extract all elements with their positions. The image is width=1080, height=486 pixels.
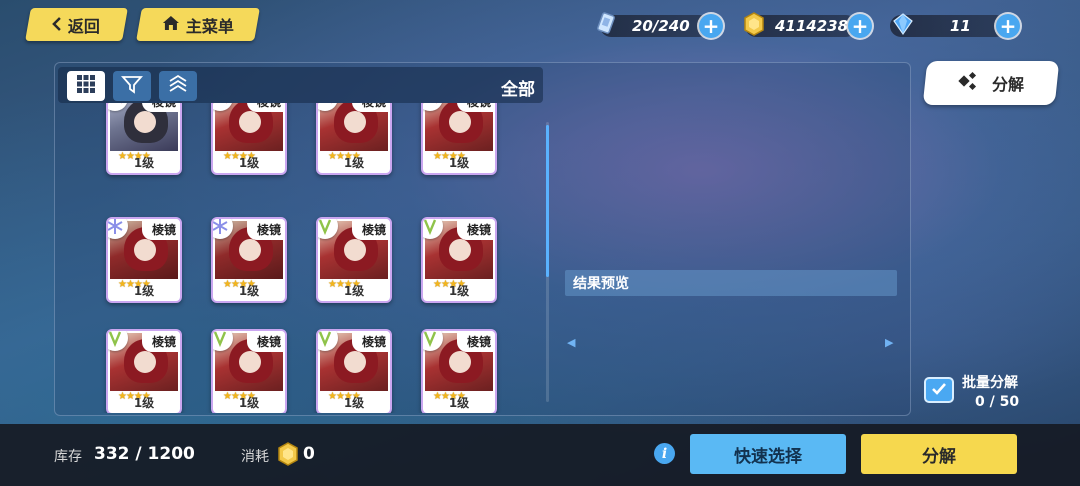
- decompose-icon: [958, 71, 980, 95]
- batch-decompose-checkbox[interactable]: [924, 377, 954, 403]
- crystals-resource: 11 +: [890, 13, 1020, 38]
- decompose-tab-label: 分解: [991, 75, 1024, 94]
- stigmata-card[interactable]: 棱镜★★★★1级: [421, 329, 497, 413]
- main-menu-button[interactable]: 主菜单: [136, 8, 260, 41]
- arrow-left-icon[interactable]: ◀: [567, 336, 575, 349]
- decompose-tab-button[interactable]: 分解: [922, 61, 1060, 105]
- stigmata-card[interactable]: 棱镜★★★★1级: [211, 103, 287, 175]
- grid-view-button[interactable]: [67, 71, 105, 101]
- card-tag: 棱镜: [456, 331, 495, 352]
- card-level: 1级: [343, 156, 365, 170]
- stigmata-card[interactable]: 棱镜★★★★1级: [316, 217, 392, 303]
- coin-icon: [277, 442, 299, 470]
- card-level: 1级: [133, 284, 155, 298]
- card-level: 1级: [343, 284, 365, 298]
- stock-value: 332 / 1200: [94, 444, 195, 464]
- add-crystals-button[interactable]: +: [996, 14, 1020, 38]
- info-button[interactable]: i: [654, 443, 675, 464]
- card-tag: 棱镜: [456, 103, 495, 112]
- plus-icon: +: [999, 14, 1017, 38]
- cost-value: 0: [303, 444, 315, 464]
- coins-resource: 41142385 +: [744, 12, 872, 38]
- result-preview-header: 结果预览: [565, 270, 897, 296]
- card-tag: 棱镜: [141, 219, 180, 240]
- card-level: 1级: [133, 156, 155, 170]
- funnel-icon: [121, 74, 143, 98]
- plus-icon: +: [702, 14, 720, 38]
- card-tag: 棱镜: [246, 331, 285, 352]
- card-tag: 棱镜: [351, 331, 390, 352]
- rarity-filter-button[interactable]: [159, 71, 197, 101]
- plus-icon: +: [851, 14, 869, 38]
- main-menu-label: 主菜单: [185, 16, 234, 36]
- stigmata-card[interactable]: 棱镜★★★★1级: [421, 103, 497, 175]
- quick-select-button[interactable]: 快速选择: [690, 434, 846, 474]
- card-level: 1级: [448, 156, 470, 170]
- scrollbar-thumb[interactable]: [546, 125, 549, 277]
- card-grid: 棱镜★★★★1级棱镜★★★★1级棱镜★★★★1级棱镜★★★★1级棱镜★★★★1级…: [58, 103, 543, 413]
- crystals-value: 11: [950, 17, 971, 35]
- batch-decompose-label: 批量分解: [962, 375, 1018, 391]
- stamina-icon: [592, 9, 622, 39]
- chevrons-icon: [167, 73, 189, 99]
- batch-decompose-count: 0 / 50: [975, 394, 1020, 410]
- card-level: 1级: [448, 284, 470, 298]
- crystal-icon: [888, 9, 918, 39]
- stigmata-card[interactable]: 棱镜★★★★1级: [211, 329, 287, 413]
- card-tag: 棱镜: [246, 219, 285, 240]
- stamina-resource: 20/240 +: [597, 12, 723, 38]
- stigmata-card[interactable]: 棱镜★★★★1级: [106, 103, 182, 175]
- card-level: 1级: [343, 396, 365, 410]
- card-tag: 棱镜: [141, 103, 180, 112]
- stock-label: 库存: [54, 449, 82, 465]
- stigmata-card[interactable]: 棱镜★★★★1级: [106, 329, 182, 413]
- back-label: 返回: [68, 16, 101, 36]
- card-tag: 棱镜: [351, 103, 390, 112]
- card-level: 1级: [238, 156, 260, 170]
- stigmata-card[interactable]: 棱镜★★★★1级: [211, 217, 287, 303]
- filter-label[interactable]: 全部: [501, 75, 535, 100]
- back-button[interactable]: 返回: [25, 8, 128, 41]
- coins-value: 41142385: [775, 17, 859, 35]
- quick-select-label: 快速选择: [734, 446, 802, 467]
- info-icon: i: [661, 445, 668, 462]
- stigmata-card[interactable]: 棱镜★★★★1级: [316, 103, 392, 175]
- home-icon: [162, 15, 180, 35]
- grid-icon: [76, 74, 96, 98]
- decompose-button[interactable]: 分解: [861, 434, 1017, 474]
- result-preview-label: 结果预览: [573, 276, 629, 292]
- card-level: 1级: [133, 396, 155, 410]
- stigmata-card[interactable]: 棱镜★★★★1级: [106, 217, 182, 303]
- card-tag: 棱镜: [141, 331, 180, 352]
- card-tag: 棱镜: [246, 103, 285, 112]
- chevron-left-icon: [52, 15, 62, 34]
- stamina-value: 20/240: [632, 17, 690, 35]
- stigmata-card[interactable]: 棱镜★★★★1级: [316, 329, 392, 413]
- card-tag: 棱镜: [351, 219, 390, 240]
- check-icon: [931, 381, 947, 400]
- decompose-button-label: 分解: [922, 446, 956, 467]
- card-level: 1级: [238, 284, 260, 298]
- arrow-right-icon[interactable]: ▶: [885, 336, 893, 349]
- add-stamina-button[interactable]: +: [699, 14, 723, 38]
- cost-label: 消耗: [241, 449, 269, 465]
- coin-icon: [739, 9, 769, 39]
- card-level: 1级: [448, 396, 470, 410]
- card-tag: 棱镜: [456, 219, 495, 240]
- add-coins-button[interactable]: +: [848, 14, 872, 38]
- card-level: 1级: [238, 396, 260, 410]
- stigmata-card[interactable]: 棱镜★★★★1级: [421, 217, 497, 303]
- sort-filter-button[interactable]: [113, 71, 151, 101]
- filter-toolbar: 全部: [58, 67, 543, 103]
